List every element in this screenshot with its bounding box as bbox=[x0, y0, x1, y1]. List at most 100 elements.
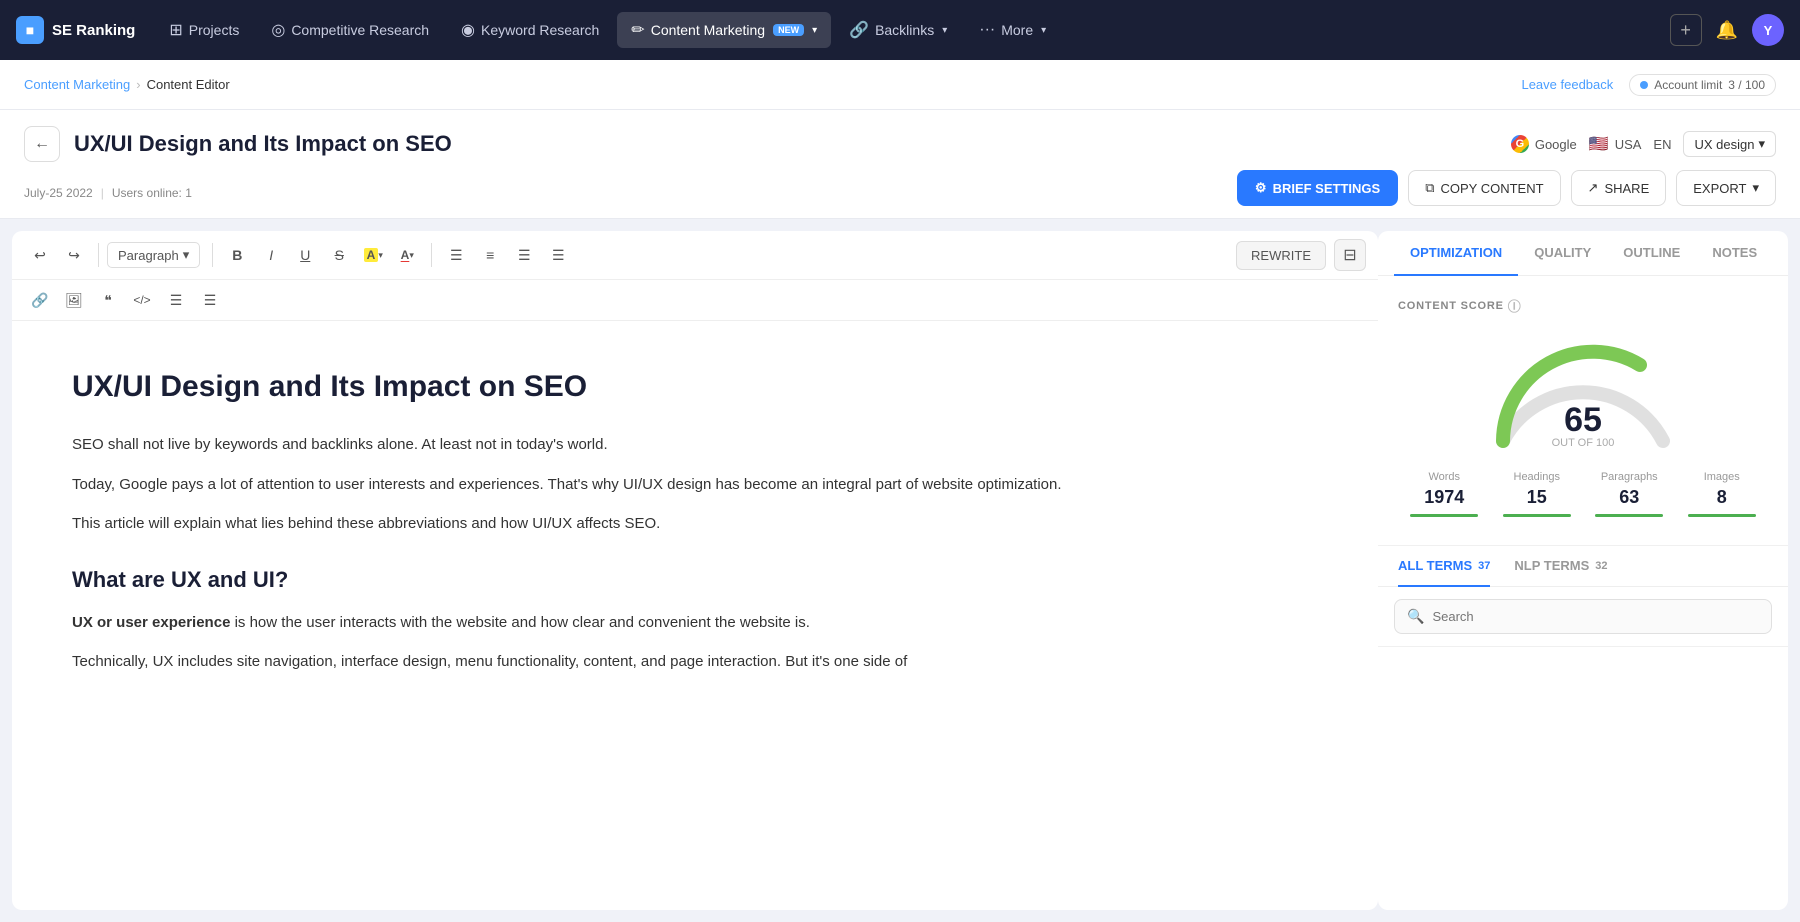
svg-text:65: 65 bbox=[1564, 401, 1602, 439]
nav-content-marketing[interactable]: ✏ Content Marketing NEW ▾ bbox=[617, 12, 831, 48]
format-settings-button[interactable]: ⊟ bbox=[1334, 239, 1366, 271]
add-button[interactable]: + bbox=[1670, 14, 1702, 46]
redo-button[interactable]: ↪ bbox=[58, 239, 90, 271]
terms-search-input-wrap[interactable]: 🔍 bbox=[1394, 599, 1772, 634]
google-label: Google bbox=[1535, 137, 1577, 152]
logo-icon: ■ bbox=[16, 16, 44, 44]
date-label: July-25 2022 bbox=[24, 186, 93, 200]
align-justify-button[interactable]: ☰ bbox=[542, 239, 574, 271]
copy-content-button[interactable]: ⧉ COPY CONTENT bbox=[1408, 170, 1560, 206]
share-button[interactable]: ↗ SHARE bbox=[1571, 170, 1667, 206]
new-badge: NEW bbox=[773, 24, 804, 36]
region-selector[interactable]: 🇺🇸 USA bbox=[1589, 134, 1642, 154]
more-arrow: ▾ bbox=[1041, 25, 1046, 36]
content-score-label: CONTENT SCORE ⓘ bbox=[1398, 296, 1768, 315]
content-score-section: CONTENT SCORE ⓘ 65 OUT OF 100 Words bbox=[1378, 276, 1788, 546]
ordered-list-button[interactable]: ☰ bbox=[194, 284, 226, 316]
nav-keyword-research-label: Keyword Research bbox=[481, 22, 599, 38]
editor-paragraph-3: This article will explain what lies behi… bbox=[72, 511, 1318, 537]
align-center-button[interactable]: ≡ bbox=[474, 239, 506, 271]
font-color-button[interactable]: A ▾ bbox=[391, 239, 423, 271]
leave-feedback-link[interactable]: Leave feedback bbox=[1521, 77, 1613, 92]
align-left-button[interactable]: ☰ bbox=[440, 239, 472, 271]
terms-search-input[interactable] bbox=[1432, 609, 1759, 624]
terms-tab-all[interactable]: ALL TERMS 37 bbox=[1398, 546, 1490, 587]
panel-tabs: OPTIMIZATION QUALITY OUTLINE NOTES bbox=[1378, 231, 1788, 276]
rewrite-button[interactable]: REWRITE bbox=[1236, 241, 1326, 270]
account-limit-dot bbox=[1640, 81, 1648, 89]
backlinks-arrow: ▾ bbox=[942, 25, 947, 36]
tab-outline[interactable]: OUTLINE bbox=[1607, 231, 1696, 276]
header-left: ← UX/UI Design and Its Impact on SEO bbox=[24, 126, 452, 162]
logo[interactable]: ■ SE Ranking bbox=[16, 16, 135, 44]
keyword-dropdown-arrow: ▾ bbox=[1758, 136, 1765, 152]
code-button[interactable]: </> bbox=[126, 284, 158, 316]
google-selector[interactable]: G Google bbox=[1511, 135, 1577, 153]
topnav-actions: + 🔔 Y bbox=[1670, 14, 1784, 47]
paragraph-style-dropdown[interactable]: Paragraph ▾ bbox=[107, 242, 200, 268]
editor-content[interactable]: UX/UI Design and Its Impact on SEO SEO s… bbox=[12, 321, 1378, 910]
editor-main-heading: UX/UI Design and Its Impact on SEO bbox=[72, 361, 1318, 412]
page-title: UX/UI Design and Its Impact on SEO bbox=[74, 131, 452, 157]
region-label: USA bbox=[1615, 137, 1642, 152]
breadcrumb-actions: Leave feedback Account limit 3 / 100 bbox=[1521, 74, 1776, 96]
gauge-svg: 65 OUT OF 100 bbox=[1483, 331, 1683, 451]
highlight-icon: A bbox=[364, 248, 379, 262]
nav-more[interactable]: ··· More ▾ bbox=[965, 13, 1060, 47]
headings-bar bbox=[1503, 514, 1571, 517]
search-icon: 🔍 bbox=[1407, 608, 1424, 625]
account-limit: Account limit 3 / 100 bbox=[1629, 74, 1776, 96]
terms-tab-nlp[interactable]: NLP TERMS 32 bbox=[1514, 546, 1607, 587]
italic-button[interactable]: I bbox=[255, 239, 287, 271]
header-buttons: ⚙ BRIEF SETTINGS ⧉ COPY CONTENT ↗ SHARE … bbox=[1237, 170, 1776, 206]
blockquote-button[interactable]: ❝ bbox=[92, 284, 124, 316]
brief-settings-button[interactable]: ⚙ BRIEF SETTINGS bbox=[1237, 170, 1398, 206]
tab-notes[interactable]: NOTES bbox=[1696, 231, 1773, 276]
terms-tabs: ALL TERMS 37 NLP TERMS 32 bbox=[1378, 546, 1788, 587]
image-button[interactable]: 🖼 bbox=[58, 284, 90, 316]
competitive-research-icon: ◎ bbox=[271, 20, 285, 40]
toolbar-separator-1 bbox=[98, 243, 99, 267]
export-arrow-icon: ▾ bbox=[1752, 180, 1759, 196]
nav-projects[interactable]: ⊞ Projects bbox=[155, 12, 253, 48]
breadcrumb-bar: Content Marketing › Content Editor Leave… bbox=[0, 60, 1800, 110]
right-panel: OPTIMIZATION QUALITY OUTLINE NOTES CONTE… bbox=[1378, 231, 1788, 910]
highlight-button[interactable]: A ▾ bbox=[357, 239, 389, 271]
copy-icon: ⧉ bbox=[1425, 180, 1434, 196]
underline-button[interactable]: U bbox=[289, 239, 321, 271]
header-bottom-row: July-25 2022 | Users online: 1 ⚙ BRIEF S… bbox=[24, 162, 1776, 218]
nav-backlinks-label: Backlinks bbox=[875, 22, 934, 38]
keyword-research-icon: ◉ bbox=[461, 20, 475, 40]
bell-icon[interactable]: 🔔 bbox=[1710, 14, 1744, 47]
link-button[interactable]: 🔗 bbox=[24, 284, 56, 316]
editor-panel: ↩ ↪ Paragraph ▾ B I U S A ▾ A ▾ ☰ ≡ ☰ bbox=[12, 231, 1378, 910]
stats-row: Words 1974 Headings 15 Paragraphs 63 Ima… bbox=[1398, 463, 1768, 529]
tab-optimization[interactable]: OPTIMIZATION bbox=[1394, 231, 1518, 276]
users-online-label: Users online: 1 bbox=[112, 186, 192, 200]
keyword-dropdown[interactable]: UX design ▾ bbox=[1683, 131, 1776, 157]
words-bar bbox=[1410, 514, 1478, 517]
strikethrough-button[interactable]: S bbox=[323, 239, 355, 271]
language-selector[interactable]: EN bbox=[1653, 137, 1671, 152]
align-right-button[interactable]: ☰ bbox=[508, 239, 540, 271]
editor-paragraph-2: Today, Google pays a lot of attention to… bbox=[72, 472, 1318, 498]
keyword-label: UX design bbox=[1694, 137, 1754, 152]
bold-button[interactable]: B bbox=[221, 239, 253, 271]
tab-quality[interactable]: QUALITY bbox=[1518, 231, 1607, 276]
breadcrumb-parent[interactable]: Content Marketing bbox=[24, 77, 130, 92]
images-bar bbox=[1688, 514, 1756, 517]
flag-icon: 🇺🇸 bbox=[1589, 134, 1609, 154]
back-button[interactable]: ← bbox=[24, 126, 60, 162]
terms-section: ALL TERMS 37 NLP TERMS 32 🔍 bbox=[1378, 546, 1788, 910]
undo-button[interactable]: ↩ bbox=[24, 239, 56, 271]
stat-paragraphs: Paragraphs 63 bbox=[1583, 463, 1676, 529]
unordered-list-button[interactable]: ☰ bbox=[160, 284, 192, 316]
user-avatar[interactable]: Y bbox=[1752, 14, 1784, 46]
nav-backlinks[interactable]: 🔗 Backlinks ▾ bbox=[835, 12, 961, 48]
export-button[interactable]: EXPORT ▾ bbox=[1676, 170, 1776, 206]
nav-keyword-research[interactable]: ◉ Keyword Research bbox=[447, 12, 613, 48]
nav-competitive-research[interactable]: ◎ Competitive Research bbox=[257, 12, 443, 48]
language-label: EN bbox=[1653, 137, 1671, 152]
breadcrumb-current: Content Editor bbox=[147, 77, 230, 92]
backlinks-icon: 🔗 bbox=[849, 20, 869, 40]
